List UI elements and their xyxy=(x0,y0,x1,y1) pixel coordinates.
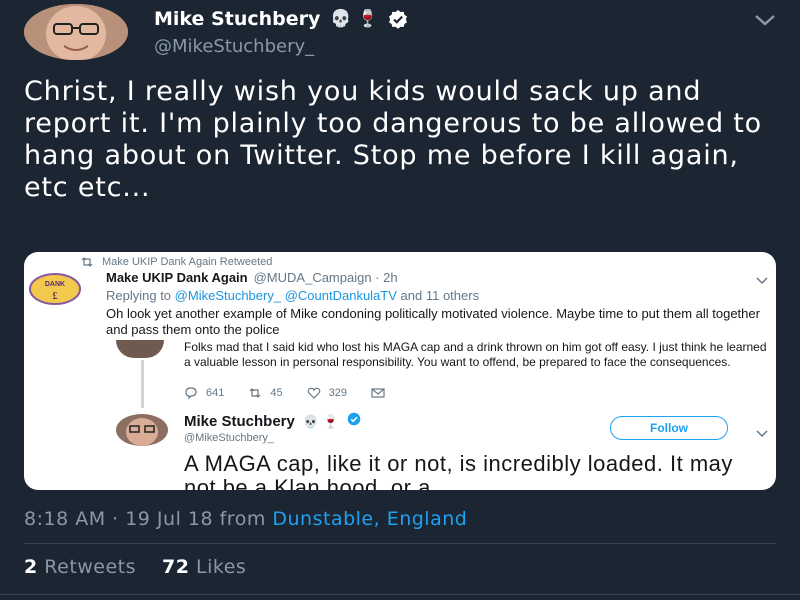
quoted-author-handle: @MUDA_Campaign · 2h xyxy=(253,270,398,285)
inner-tweet-actions: 641 45 329 xyxy=(184,387,385,399)
retweet-icon xyxy=(249,388,261,398)
svg-text:£: £ xyxy=(53,291,58,302)
reply-icon xyxy=(185,387,197,399)
reply-action: 641 xyxy=(184,387,224,399)
inner-author-avatar xyxy=(116,414,168,446)
replying-suffix: and 11 others xyxy=(400,288,480,303)
thread-connector xyxy=(141,360,144,408)
retweets-stat[interactable]: 2 Retweets xyxy=(24,556,136,578)
tweet-timestamp[interactable]: 8:18 AM · 19 Jul 18 from xyxy=(24,508,266,530)
retweets-count: 2 xyxy=(24,556,38,578)
name-emoji: 💀 🍷 xyxy=(330,8,379,29)
tweet-attached-image[interactable]: Make UKIP Dank Again Retweeted DANK £ Ma… xyxy=(24,252,776,490)
likes-count: 72 xyxy=(162,556,190,578)
tweet-stats: 2 Retweets 72 Likes xyxy=(24,556,246,578)
reply-mention: @CountDankulaTV xyxy=(284,288,397,303)
quoted-author-name: Make UKIP Dank Again xyxy=(106,270,248,285)
tweet-timestamp-line: 8:18 AM · 19 Jul 18 from Dunstable, Engl… xyxy=(24,508,467,530)
author-display-name[interactable]: Mike Stuchbery xyxy=(154,8,320,30)
retweet-indicator: Make UKIP Dank Again Retweeted xyxy=(80,256,272,268)
reply-count: 641 xyxy=(206,387,225,399)
author-handle[interactable]: @MikeStuchbery_ xyxy=(154,36,314,57)
inner-verified-badge-icon xyxy=(347,412,361,431)
like-count: 329 xyxy=(328,387,347,399)
inner-avatar xyxy=(116,340,164,358)
embedded-chevron-down-icon xyxy=(756,272,768,285)
inner-tweet-text: Folks mad that I said kid who lost his M… xyxy=(184,340,767,369)
quoted-tweet-body: Oh look yet another example of Mike cond… xyxy=(106,306,760,337)
retweet-action: 45 xyxy=(248,387,283,399)
replying-prefix: Replying to xyxy=(106,288,172,303)
dank-logo: DANK £ xyxy=(28,272,82,306)
replying-to-line: Replying to @MikeStuchbery_ @CountDankul… xyxy=(106,288,479,303)
inner-author-handle: @MikeStuchbery_ xyxy=(184,432,275,444)
likes-stat[interactable]: 72 Likes xyxy=(162,556,246,578)
verified-badge-icon xyxy=(388,9,408,29)
inner-author-emoji: 💀 🍷 xyxy=(302,414,339,429)
divider xyxy=(24,543,776,544)
chevron-down-icon[interactable] xyxy=(754,12,776,26)
inner-author-name: Mike Stuchbery xyxy=(184,413,295,430)
retweet-icon xyxy=(81,257,93,267)
inner-chevron-down-icon xyxy=(756,425,768,438)
message-action xyxy=(371,387,385,399)
envelope-icon xyxy=(371,388,385,398)
bottom-divider xyxy=(0,594,800,595)
follow-button: Follow xyxy=(610,416,728,440)
tweet-header: Mike Stuchbery 💀 🍷 @MikeStuchbery_ xyxy=(0,0,800,70)
retweets-label: Retweets xyxy=(44,556,137,578)
likes-label: Likes xyxy=(196,556,247,578)
reply-mention: @MikeStuchbery_ xyxy=(174,288,282,303)
author-avatar[interactable] xyxy=(24,4,128,60)
tweet-location-link[interactable]: Dunstable, England xyxy=(272,508,467,530)
retweet-count: 45 xyxy=(270,387,283,399)
heart-icon xyxy=(307,387,321,399)
like-action: 329 xyxy=(307,387,347,399)
inner-tweet-2-text: A MAGA cap, like it or not, is incredibl… xyxy=(184,451,733,491)
tweet-text: Christ, I really wish you kids would sac… xyxy=(24,76,762,203)
dank-logo-text: DANK xyxy=(45,281,65,288)
retweet-line-text: Make UKIP Dank Again Retweeted xyxy=(102,256,273,268)
